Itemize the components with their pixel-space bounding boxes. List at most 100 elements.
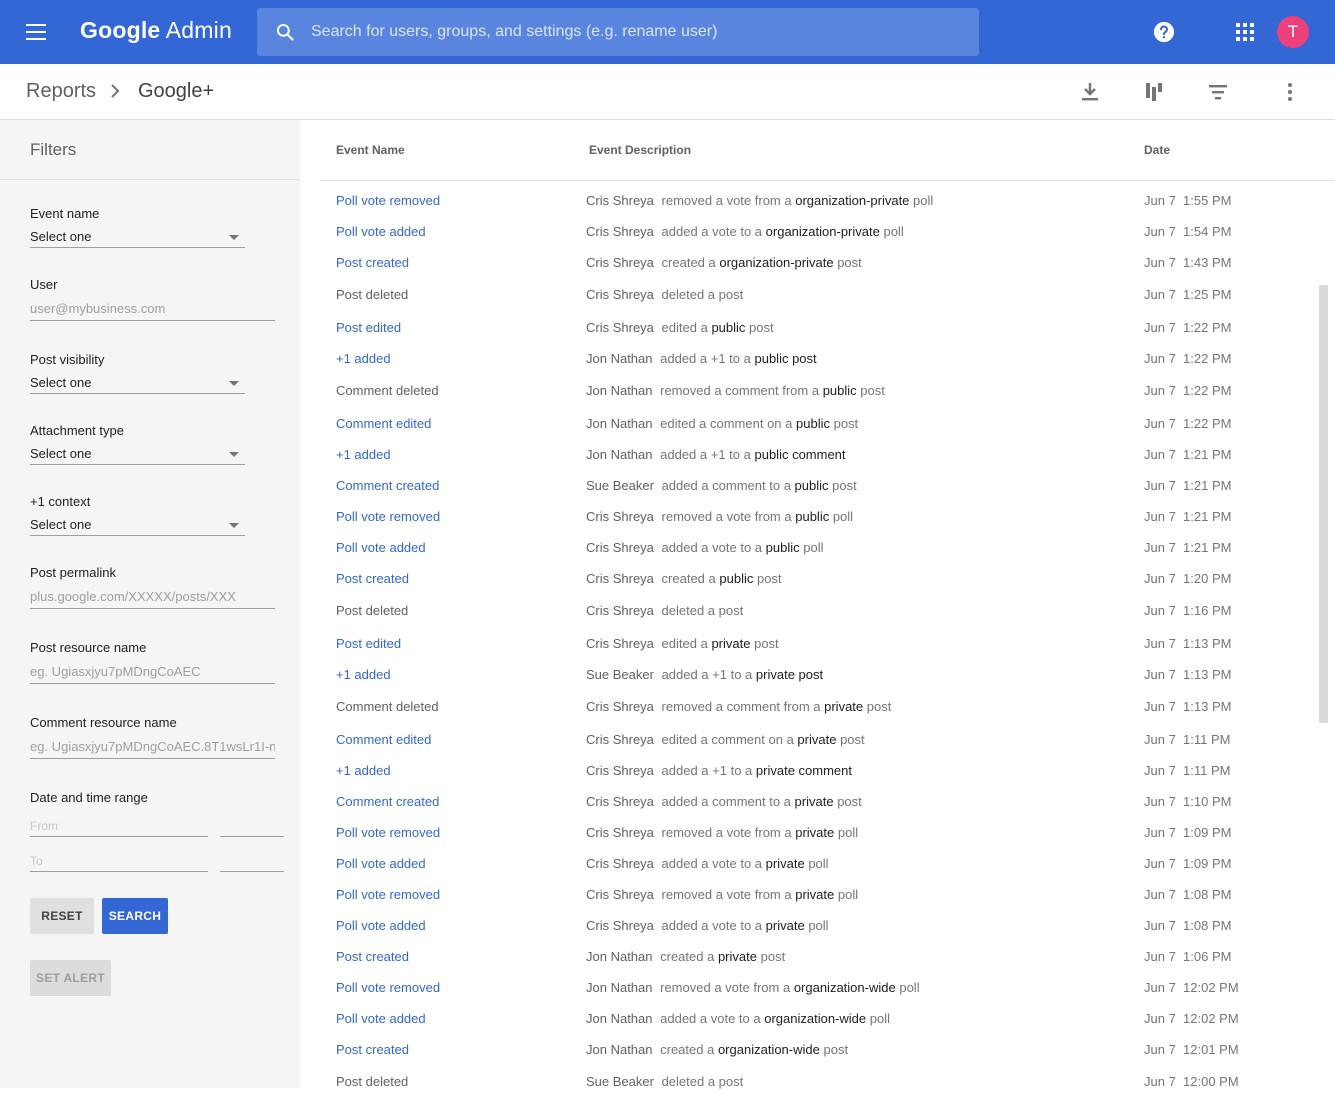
post-visibility-select[interactable]: Select one <box>30 372 245 394</box>
search-input[interactable] <box>311 8 961 56</box>
event-name[interactable]: Comment created <box>336 794 439 809</box>
set-alert-button[interactable]: SET ALERT <box>30 960 111 996</box>
table-row[interactable]: Post created Jon Nathan created a private… <box>300 949 1315 980</box>
search-button[interactable]: SEARCH <box>102 898 168 934</box>
event-name[interactable]: Comment created <box>336 478 439 493</box>
comment-resource-input[interactable] <box>30 735 275 759</box>
post-permalink-input[interactable] <box>30 585 275 609</box>
event-name: Comment deleted <box>336 383 439 398</box>
time-from-input[interactable] <box>220 815 284 837</box>
table-row[interactable]: Poll vote added Cris Shreya added a vote … <box>300 918 1315 949</box>
description-actor: Cris Shreya <box>586 193 654 208</box>
table-row[interactable]: Poll vote removed Cris Shreya removed a v… <box>300 887 1315 918</box>
description-verb: added a vote to a <box>661 918 763 933</box>
header-event-description[interactable]: Event Description <box>589 143 691 157</box>
table-row[interactable]: Poll vote removed Cris Shreya removed a v… <box>300 193 1315 224</box>
more-vert-icon[interactable] <box>1279 81 1301 103</box>
table-row[interactable]: Poll vote added Cris Shreya added a vote … <box>300 224 1315 255</box>
event-name[interactable]: Post edited <box>336 636 401 651</box>
event-name[interactable]: Comment edited <box>336 416 431 431</box>
event-name[interactable]: Post created <box>336 949 409 964</box>
header-event-name[interactable]: Event Name <box>336 143 405 157</box>
event-name[interactable]: Comment edited <box>336 732 431 747</box>
table-row[interactable]: +1 added Jon Nathan added a +1 to a publi… <box>300 351 1315 382</box>
event-date: Jun 7 1:21 PM <box>1144 478 1232 493</box>
post-resource-input[interactable] <box>30 660 275 684</box>
table-row[interactable]: Poll vote added Cris Shreya added a vote … <box>300 540 1315 571</box>
event-name[interactable]: Poll vote added <box>336 918 426 933</box>
table-row[interactable]: Comment edited Jon Nathan edited a commen… <box>300 416 1315 447</box>
event-name[interactable]: Poll vote removed <box>336 509 440 524</box>
table-row[interactable]: Comment created Cris Shreya added a comme… <box>300 794 1315 825</box>
table-row[interactable]: +1 added Sue Beaker added a +1 to a priva… <box>300 667 1315 698</box>
reset-button[interactable]: RESET <box>30 898 94 934</box>
description-actor: Cris Shreya <box>586 603 654 618</box>
event-name[interactable]: Poll vote added <box>336 224 426 239</box>
description-actor: Jon Nathan <box>586 383 653 398</box>
table-row[interactable]: Post edited Cris Shreya edited a public p… <box>300 320 1315 351</box>
filter-icon[interactable] <box>1207 81 1229 103</box>
event-name[interactable]: +1 added <box>336 763 391 778</box>
table-row[interactable]: +1 added Cris Shreya added a +1 to a priv… <box>300 763 1315 794</box>
date-from-input[interactable] <box>30 815 208 837</box>
table-row[interactable]: Post created Cris Shreya created a public… <box>300 571 1315 602</box>
plus-one-context-select[interactable]: Select one <box>30 514 245 536</box>
table-row[interactable]: Poll vote added Cris Shreya added a vote … <box>300 856 1315 887</box>
table-row[interactable]: Comment created Sue Beaker added a commen… <box>300 478 1315 509</box>
table-row[interactable]: Poll vote added Jon Nathan added a vote t… <box>300 1011 1315 1042</box>
event-description: Sue Beaker added a comment to a public p… <box>586 478 857 493</box>
table-row[interactable]: Comment deleted Cris Shreya removed a com… <box>300 699 1315 730</box>
event-date: Jun 7 1:08 PM <box>1144 918 1232 933</box>
table-row[interactable]: Post created Jon Nathan created a organiz… <box>300 1042 1315 1073</box>
search-icon[interactable] <box>275 22 295 42</box>
table-row[interactable]: Post deleted Cris Shreya deleted a post J… <box>300 287 1315 318</box>
column-chart-icon[interactable] <box>1143 81 1165 103</box>
table-row[interactable]: +1 added Jon Nathan added a +1 to a publi… <box>300 447 1315 478</box>
description-obj: private <box>765 856 805 871</box>
description-actor: Jon Nathan <box>586 949 653 964</box>
download-icon[interactable] <box>1079 81 1101 103</box>
event-name[interactable]: Poll vote removed <box>336 980 440 995</box>
event-name[interactable]: Post created <box>336 571 409 586</box>
apps-icon[interactable] <box>1236 23 1254 41</box>
description-obj: organization-wide <box>764 1011 867 1026</box>
event-name[interactable]: +1 added <box>336 667 391 682</box>
event-name[interactable]: Post edited <box>336 320 401 335</box>
brand-logo[interactable]: Google Admin <box>80 17 232 44</box>
description-actor: Jon Nathan <box>586 447 653 462</box>
table-row[interactable]: Post deleted Cris Shreya deleted a post J… <box>300 603 1315 634</box>
event-name[interactable]: Poll vote added <box>336 540 426 555</box>
scrollbar[interactable] <box>1319 285 1328 723</box>
event-name[interactable]: Poll vote added <box>336 1011 426 1026</box>
date-to-input[interactable] <box>30 850 208 872</box>
event-name[interactable]: +1 added <box>336 447 391 462</box>
event-name[interactable]: Post created <box>336 255 409 270</box>
menu-icon[interactable] <box>26 24 46 40</box>
breadcrumb-reports[interactable]: Reports <box>26 80 96 103</box>
table-row[interactable]: Post edited Cris Shreya edited a private … <box>300 636 1315 667</box>
event-name[interactable]: Poll vote removed <box>336 825 440 840</box>
table-row[interactable]: Post created Cris Shreya created a organi… <box>300 255 1315 286</box>
event-name[interactable]: Post created <box>336 1042 409 1057</box>
attachment-type-select[interactable]: Select one <box>30 443 245 465</box>
table-row[interactable]: Poll vote removed Cris Shreya removed a v… <box>300 825 1315 856</box>
table-row[interactable]: Poll vote removed Jon Nathan removed a vo… <box>300 980 1315 1011</box>
event-name-select[interactable]: Select one <box>30 226 245 248</box>
event-description: Cris Shreya removed a vote from a organi… <box>586 193 933 208</box>
table-row[interactable]: Comment edited Cris Shreya edited a comme… <box>300 732 1315 763</box>
event-name[interactable]: Poll vote removed <box>336 887 440 902</box>
table-row[interactable]: Comment deleted Jon Nathan removed a comm… <box>300 383 1315 414</box>
event-description: Cris Shreya removed a vote from a public… <box>586 509 853 524</box>
table-row[interactable]: Post deleted Sue Beaker deleted a post Ju… <box>300 1074 1315 1099</box>
table-row[interactable]: Poll vote removed Cris Shreya removed a v… <box>300 509 1315 540</box>
event-name[interactable]: Poll vote removed <box>336 193 440 208</box>
help-icon[interactable] <box>1153 21 1175 43</box>
event-name[interactable]: +1 added <box>336 351 391 366</box>
user-input[interactable] <box>30 297 275 321</box>
description-obj: public <box>719 571 754 586</box>
avatar[interactable]: T <box>1277 16 1309 48</box>
header-date[interactable]: Date <box>1144 143 1170 157</box>
event-name[interactable]: Poll vote added <box>336 856 426 871</box>
time-to-input[interactable] <box>220 850 284 872</box>
event-description: Cris Shreya edited a comment on a privat… <box>586 732 865 747</box>
